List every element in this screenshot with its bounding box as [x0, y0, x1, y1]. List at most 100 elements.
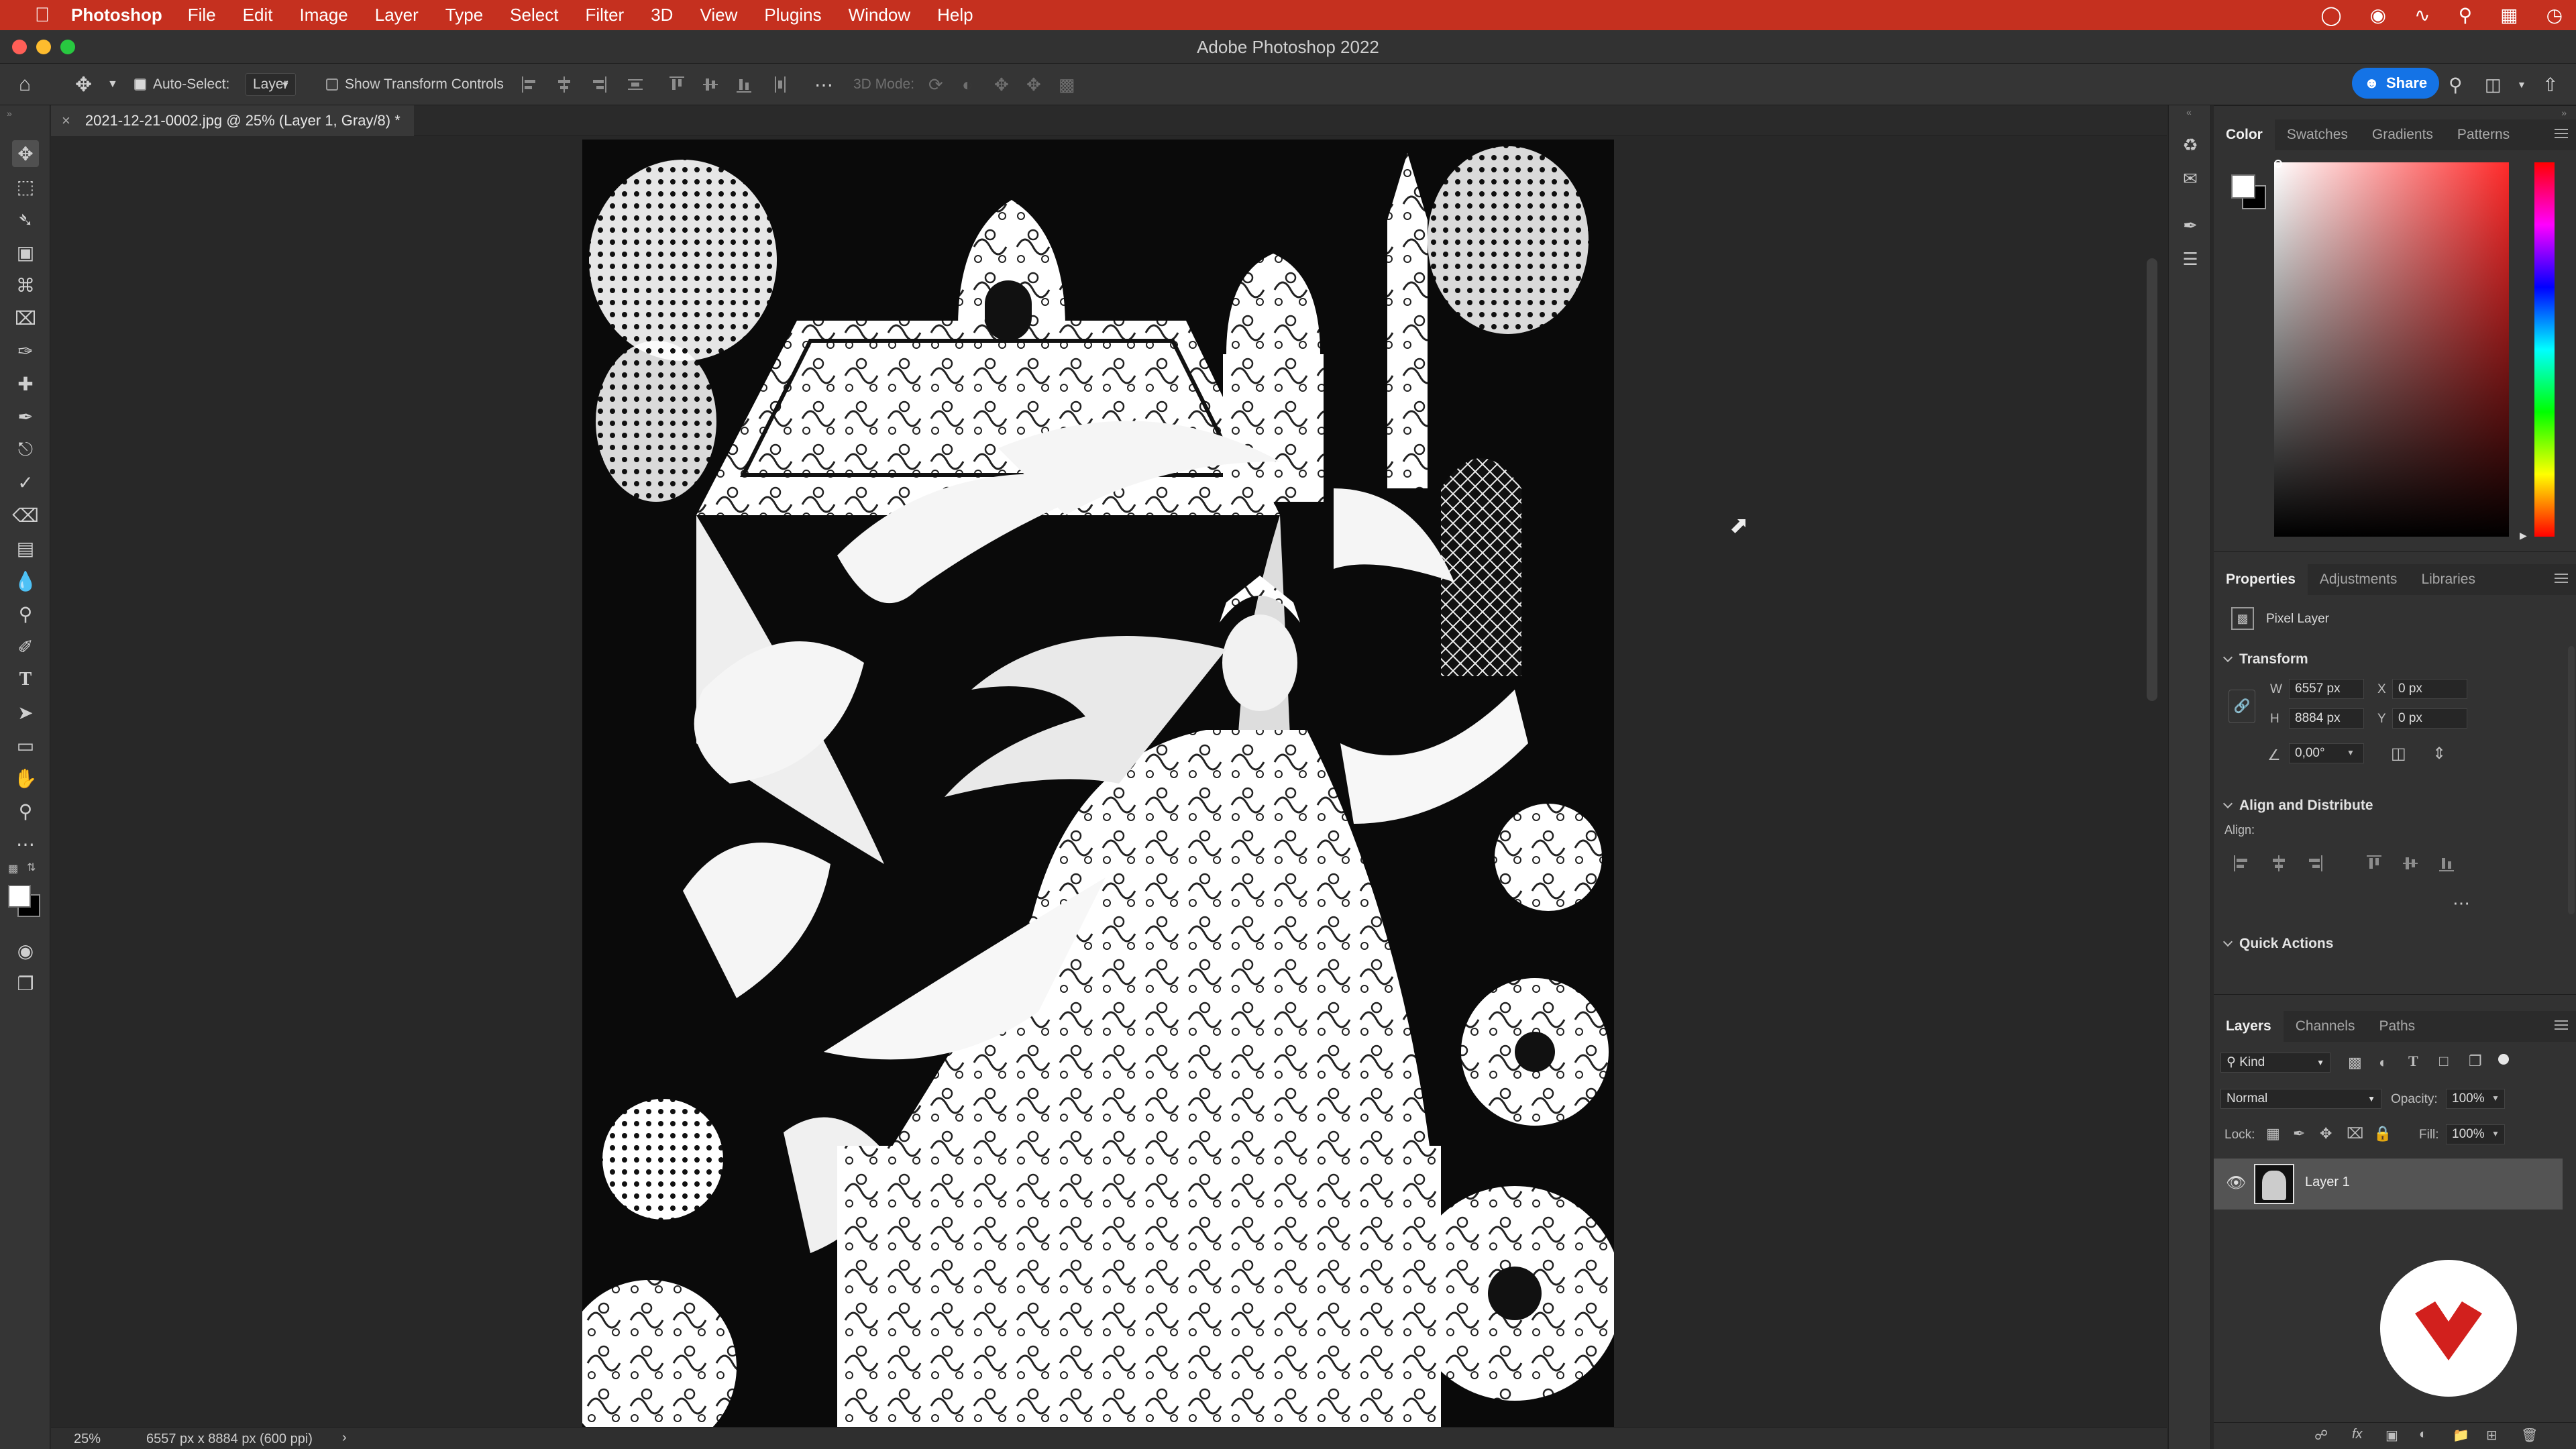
- creative-cloud-icon[interactable]: ◯: [2320, 4, 2341, 26]
- tab-adjustments[interactable]: Adjustments: [2308, 564, 2410, 595]
- adjustment-sliders-icon[interactable]: ☰: [2179, 248, 2202, 270]
- status-menu-chevron-icon[interactable]: ›: [342, 1430, 347, 1446]
- menu-file[interactable]: File: [188, 5, 216, 25]
- layer-style-fx-icon[interactable]: fx: [2352, 1427, 2363, 1442]
- frame-tool-icon[interactable]: ⌧: [12, 305, 39, 331]
- auto-select-target-dropdown[interactable]: Layer ▼: [246, 64, 296, 105]
- tab-layers[interactable]: Layers: [2214, 1011, 2284, 1042]
- comments-panel-icon[interactable]: ✉: [2179, 167, 2202, 190]
- blend-mode-dropdown[interactable]: Normal ▼: [2220, 1089, 2381, 1109]
- delete-layer-trash-icon[interactable]: 🗑: [2521, 1427, 2538, 1444]
- tab-color[interactable]: Color: [2214, 119, 2275, 150]
- document-tab[interactable]: × 2021-12-21-0002.jpg @ 25% (Layer 1, Gr…: [51, 105, 414, 136]
- distribute-vertical-icon[interactable]: [628, 76, 643, 93]
- vpn-icon[interactable]: ◉: [2370, 4, 2386, 26]
- share-button[interactable]: ☻ Share: [2352, 68, 2439, 99]
- menu-image[interactable]: Image: [299, 5, 347, 25]
- panel-collapse-icon[interactable]: «: [2186, 107, 2192, 117]
- menu-view[interactable]: View: [700, 5, 737, 25]
- link-dimensions-icon[interactable]: 🔗: [2229, 690, 2255, 723]
- hue-slider[interactable]: [2534, 162, 2555, 537]
- vertical-scrollbar-thumb[interactable]: [2147, 258, 2157, 701]
- tab-libraries[interactable]: Libraries: [2409, 564, 2487, 595]
- align-horizontal-centers-icon[interactable]: [557, 76, 572, 93]
- layer-name[interactable]: Layer 1: [2305, 1175, 2350, 1190]
- add-mask-icon[interactable]: ▣: [2385, 1427, 2398, 1444]
- history-brush-tool-icon[interactable]: ✓: [12, 469, 39, 496]
- apple-menu-icon[interactable]: : [25, 4, 59, 27]
- brushes-panel-icon[interactable]: ✒: [2179, 214, 2202, 237]
- distribute-horizontal-icon[interactable]: [773, 76, 788, 93]
- crop-tool-icon[interactable]: ⌘: [12, 272, 39, 299]
- menu-layer[interactable]: Layer: [375, 5, 419, 25]
- hue-slider-handle-icon[interactable]: ▶: [2520, 530, 2527, 541]
- foreground-color-swatch[interactable]: [8, 885, 31, 908]
- vertical-scrollbar[interactable]: [2145, 141, 2160, 1422]
- properties-align-top-icon[interactable]: [2367, 855, 2381, 871]
- object-selection-tool-icon[interactable]: ▣: [12, 239, 39, 266]
- angle-dropdown-icon[interactable]: ▼: [2347, 748, 2355, 757]
- flip-horizontal-icon[interactable]: ◫: [2391, 744, 2406, 763]
- lasso-tool-icon[interactable]: ➴: [12, 206, 39, 233]
- show-transform-controls-checkbox[interactable]: Show Transform Controls: [326, 64, 504, 105]
- swap-colors-icon[interactable]: ⇅: [27, 861, 36, 874]
- healing-brush-tool-icon[interactable]: ✚: [12, 370, 39, 397]
- rectangle-tool-icon[interactable]: ▭: [12, 732, 39, 759]
- history-panel-icon[interactable]: ♻: [2179, 133, 2202, 156]
- align-top-edges-icon[interactable]: [669, 76, 684, 93]
- color-picker-handle[interactable]: [2274, 160, 2282, 168]
- toolbar-collapse-icon[interactable]: »: [7, 108, 12, 119]
- gradient-tool-icon[interactable]: ▤: [12, 535, 39, 561]
- align-bottom-edges-icon[interactable]: [737, 76, 751, 93]
- menu-edit[interactable]: Edit: [243, 5, 273, 25]
- tab-swatches[interactable]: Swatches: [2275, 119, 2360, 150]
- tab-channels[interactable]: Channels: [2284, 1011, 2367, 1042]
- lock-artboard-icon[interactable]: ⌧: [2347, 1125, 2363, 1142]
- layer-filter-kind-dropdown[interactable]: ⚲ Kind ▼: [2220, 1053, 2330, 1073]
- move-tool-preset-icon[interactable]: ✥: [75, 64, 92, 105]
- wifi-icon[interactable]: ∿: [2414, 4, 2430, 26]
- x-position-field[interactable]: 0 px: [2392, 679, 2467, 699]
- link-layers-icon[interactable]: ☍: [2314, 1427, 2328, 1444]
- properties-align-right-icon[interactable]: [2308, 855, 2322, 871]
- clone-stamp-tool-icon[interactable]: ⎋: [12, 436, 39, 463]
- dodge-tool-icon[interactable]: ⚲: [12, 600, 39, 627]
- filter-pixel-icon[interactable]: ▩: [2348, 1054, 2362, 1071]
- clock-icon[interactable]: ◷: [2546, 4, 2563, 26]
- document-canvas-artwork[interactable]: [582, 140, 1614, 1427]
- menu-app-name[interactable]: Photoshop: [71, 5, 162, 25]
- filter-toggle-icon[interactable]: [2498, 1054, 2509, 1065]
- blur-tool-icon[interactable]: 💧: [12, 568, 39, 594]
- tab-paths[interactable]: Paths: [2367, 1011, 2427, 1042]
- home-icon[interactable]: ⌂: [19, 64, 31, 105]
- default-colors-icon[interactable]: ▩: [8, 862, 18, 875]
- color-foreground-swatch[interactable]: [2231, 174, 2255, 199]
- menu-3d[interactable]: 3D: [651, 5, 673, 25]
- properties-scrollbar[interactable]: [2568, 646, 2575, 914]
- edit-toolbar-icon[interactable]: ⋯: [12, 830, 39, 857]
- brush-tool-icon[interactable]: ✒: [12, 403, 39, 430]
- workspace-chevron-down-icon[interactable]: ▼: [2517, 64, 2526, 105]
- workspace-layout-icon[interactable]: ◫: [2485, 64, 2502, 105]
- zoom-level[interactable]: 25%: [74, 1432, 101, 1447]
- eraser-tool-icon[interactable]: ⌫: [12, 502, 39, 529]
- tab-patterns[interactable]: Patterns: [2445, 119, 2522, 150]
- align-left-edges-icon[interactable]: [522, 76, 537, 93]
- more-align-options-icon[interactable]: ⋯: [2453, 893, 2470, 914]
- menu-type[interactable]: Type: [445, 5, 483, 25]
- menu-plugins[interactable]: Plugins: [764, 5, 821, 25]
- pen-tool-icon[interactable]: ✐: [12, 633, 39, 660]
- tab-gradients[interactable]: Gradients: [2360, 119, 2445, 150]
- close-document-icon[interactable]: ×: [62, 112, 70, 129]
- menu-filter[interactable]: Filter: [585, 5, 624, 25]
- new-adjustment-layer-icon[interactable]: ◐: [2419, 1427, 2427, 1442]
- lock-all-icon[interactable]: 🔒: [2373, 1125, 2392, 1142]
- filter-shape-icon[interactable]: □: [2439, 1053, 2448, 1070]
- properties-align-middle-icon[interactable]: [2403, 855, 2418, 871]
- transform-section-header[interactable]: Transform: [2222, 651, 2308, 667]
- auto-select-checkbox[interactable]: Auto-Select:: [134, 64, 229, 105]
- spotlight-search-icon[interactable]: ⚲: [2459, 4, 2473, 26]
- opacity-dropdown-icon[interactable]: ▼: [2491, 1093, 2500, 1103]
- panel-menu-icon[interactable]: [2555, 1020, 2568, 1031]
- panel-dock-collapse-icon[interactable]: »: [2561, 107, 2567, 118]
